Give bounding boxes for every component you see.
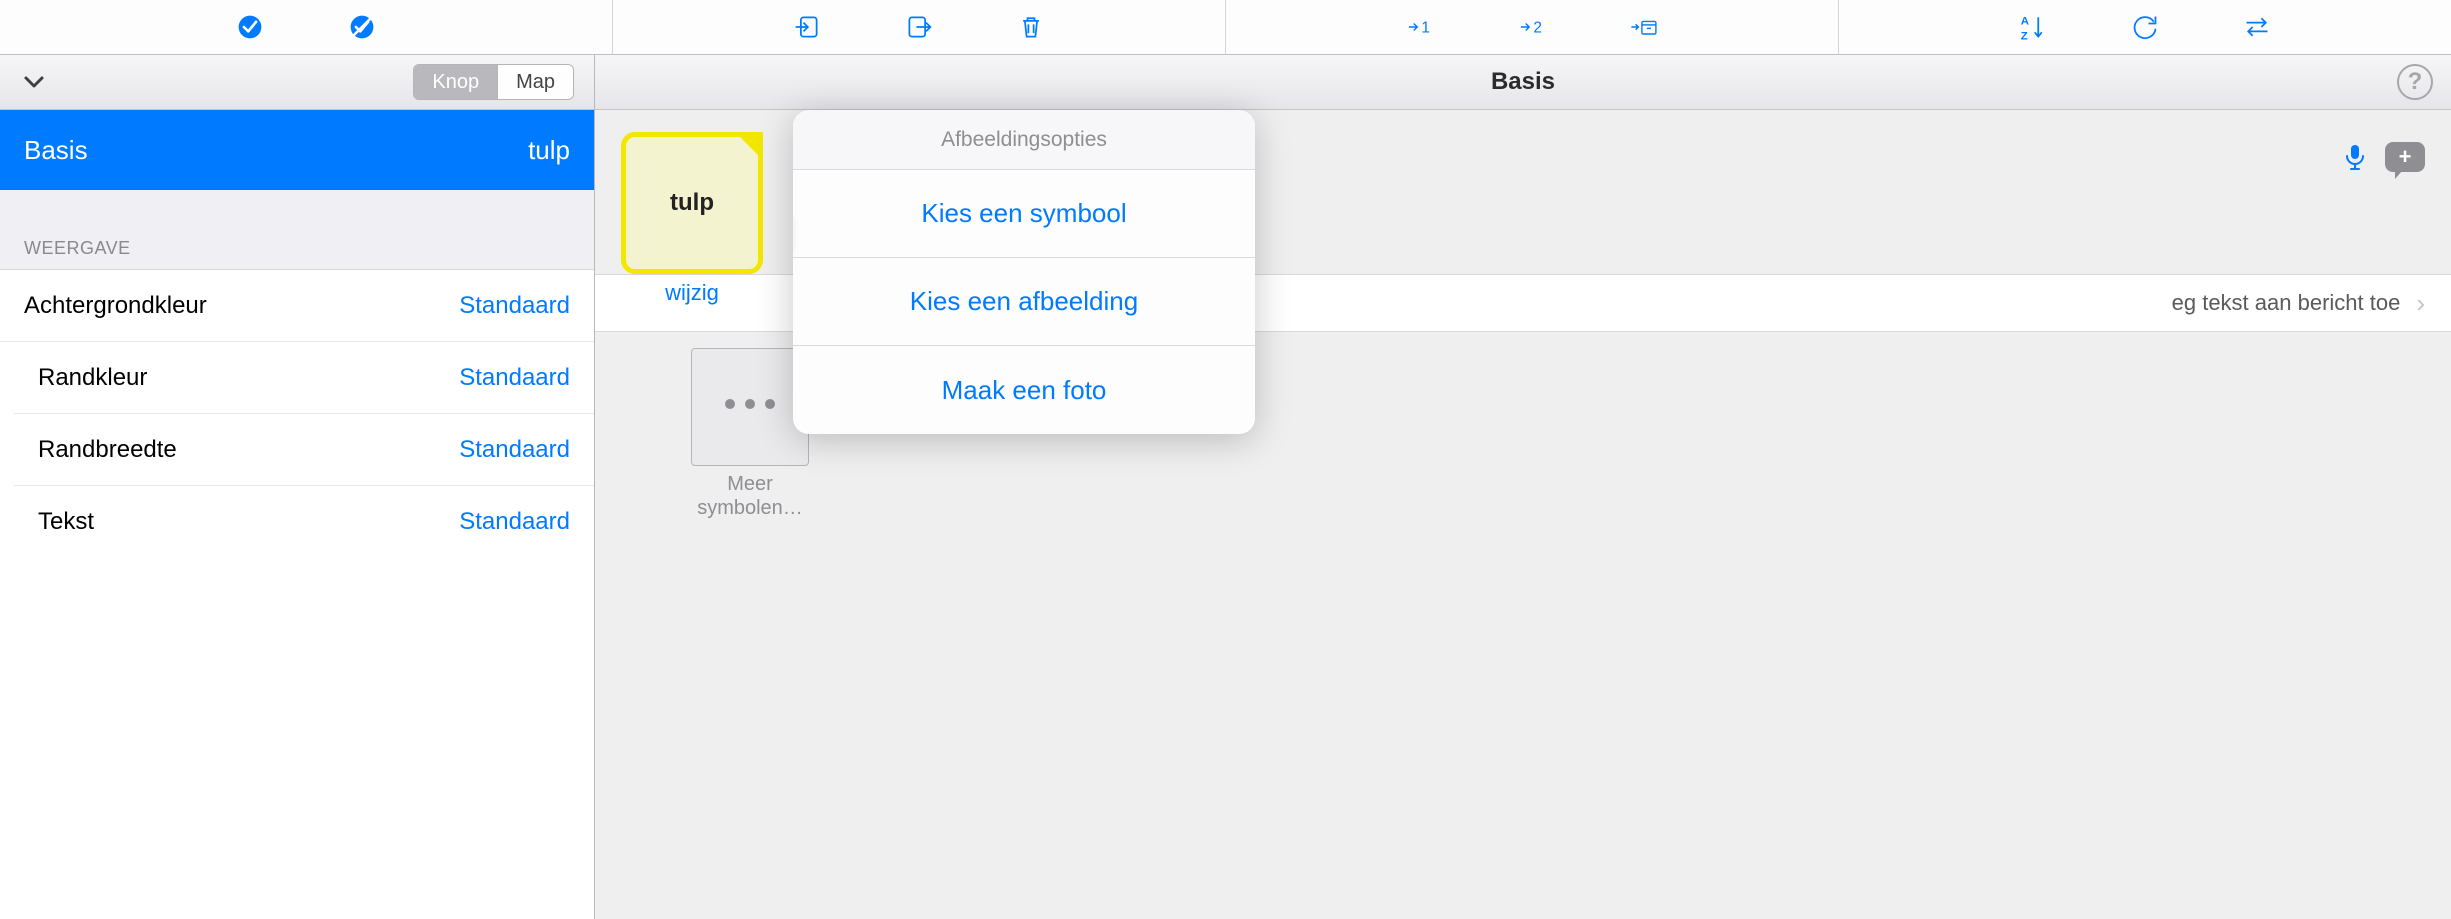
export-icon[interactable] bbox=[903, 11, 935, 43]
prop-row-tekst[interactable]: Tekst Standaard bbox=[14, 486, 594, 558]
popover-item-image[interactable]: Kies een afbeelding bbox=[793, 258, 1255, 346]
toolbar-section-misc: AZ bbox=[1839, 0, 2451, 54]
toolbar-section-select bbox=[0, 0, 613, 54]
goto-1-icon[interactable]: 1 bbox=[1404, 11, 1436, 43]
help-button[interactable]: ? bbox=[2397, 64, 2433, 100]
tile-preview-area: tulp wijzig bbox=[617, 132, 767, 306]
goto-archive-icon[interactable] bbox=[1628, 11, 1660, 43]
main: Knop Map Basis tulp WEERGAVE Achtergrond… bbox=[0, 55, 2451, 919]
popover-item-photo[interactable]: Maak een foto bbox=[793, 346, 1255, 434]
wijzig-link[interactable]: wijzig bbox=[617, 280, 767, 306]
dot-icon bbox=[765, 399, 775, 409]
chevron-right-icon: › bbox=[2416, 288, 2425, 319]
prop-value[interactable]: Standaard bbox=[459, 436, 570, 464]
right-title: Basis bbox=[1491, 68, 1555, 96]
more-symbols-button[interactable] bbox=[691, 348, 809, 466]
prop-row-randbreedte[interactable]: Randbreedte Standaard bbox=[14, 414, 594, 486]
toolbar-section-goto: 1 2 bbox=[1226, 0, 1839, 54]
more-symbols-label: Meersymbolen… bbox=[685, 472, 815, 520]
prop-row-randkleur[interactable]: Randkleur Standaard bbox=[14, 342, 594, 414]
dot-icon bbox=[725, 399, 735, 409]
prop-value[interactable]: Standaard bbox=[459, 508, 570, 536]
selected-item-row[interactable]: Basis tulp bbox=[0, 110, 594, 190]
prop-value[interactable]: Standaard bbox=[459, 292, 570, 320]
svg-text:1: 1 bbox=[1421, 20, 1430, 37]
goto-2-icon[interactable]: 2 bbox=[1516, 11, 1548, 43]
segment-map[interactable]: Map bbox=[497, 65, 573, 99]
sort-az-icon[interactable]: AZ bbox=[2017, 11, 2049, 43]
section-header-weergave: WEERGAVE bbox=[0, 190, 594, 270]
selected-item-value: tulp bbox=[528, 135, 570, 166]
select-all-icon[interactable] bbox=[234, 11, 266, 43]
svg-text:Z: Z bbox=[2021, 30, 2028, 41]
right-header: Basis ? bbox=[595, 55, 2451, 110]
prop-label: Randkleur bbox=[38, 364, 147, 392]
popover-header: Afbeeldingsopties bbox=[793, 110, 1255, 170]
prop-label: Tekst bbox=[38, 508, 94, 536]
toolbar-section-io bbox=[613, 0, 1226, 54]
prop-row-achtergrondkleur[interactable]: Achtergrondkleur Standaard bbox=[0, 270, 594, 342]
popover-item-symbol[interactable]: Kies een symbool bbox=[793, 170, 1255, 258]
selected-item-label: Basis bbox=[24, 135, 88, 166]
left-panel: Knop Map Basis tulp WEERGAVE Achtergrond… bbox=[0, 55, 595, 919]
image-options-popover: Afbeeldingsopties Kies een symbool Kies … bbox=[793, 110, 1255, 434]
tile-label: tulp bbox=[670, 189, 714, 217]
prop-value[interactable]: Standaard bbox=[459, 364, 570, 392]
refresh-icon[interactable] bbox=[2129, 11, 2161, 43]
left-header: Knop Map bbox=[0, 55, 594, 110]
add-text-label: eg tekst aan bericht toe bbox=[2172, 290, 2401, 316]
deselect-all-icon[interactable] bbox=[346, 11, 378, 43]
segment-knop[interactable]: Knop bbox=[414, 65, 497, 99]
symbol-tile[interactable]: tulp bbox=[621, 132, 763, 274]
microphone-icon[interactable] bbox=[2341, 143, 2369, 171]
prop-label: Achtergrondkleur bbox=[24, 292, 207, 320]
add-message-icon[interactable]: + bbox=[2385, 142, 2425, 172]
dot-icon bbox=[745, 399, 755, 409]
toolbar: 1 2 AZ bbox=[0, 0, 2451, 55]
import-icon[interactable] bbox=[791, 11, 823, 43]
chevron-down-icon[interactable] bbox=[20, 68, 48, 96]
svg-text:2: 2 bbox=[1533, 20, 1542, 37]
segmented-control: Knop Map bbox=[413, 64, 574, 100]
right-panel: Basis ? + eg tekst aan bericht toe › tul… bbox=[595, 55, 2451, 919]
right-body: + eg tekst aan bericht toe › tulp wijzig bbox=[595, 110, 2451, 919]
prop-label: Randbreedte bbox=[38, 436, 177, 464]
trash-icon[interactable] bbox=[1015, 11, 1047, 43]
swap-icon[interactable] bbox=[2241, 11, 2273, 43]
popover-caret bbox=[793, 218, 795, 250]
svg-text:A: A bbox=[2021, 15, 2029, 27]
